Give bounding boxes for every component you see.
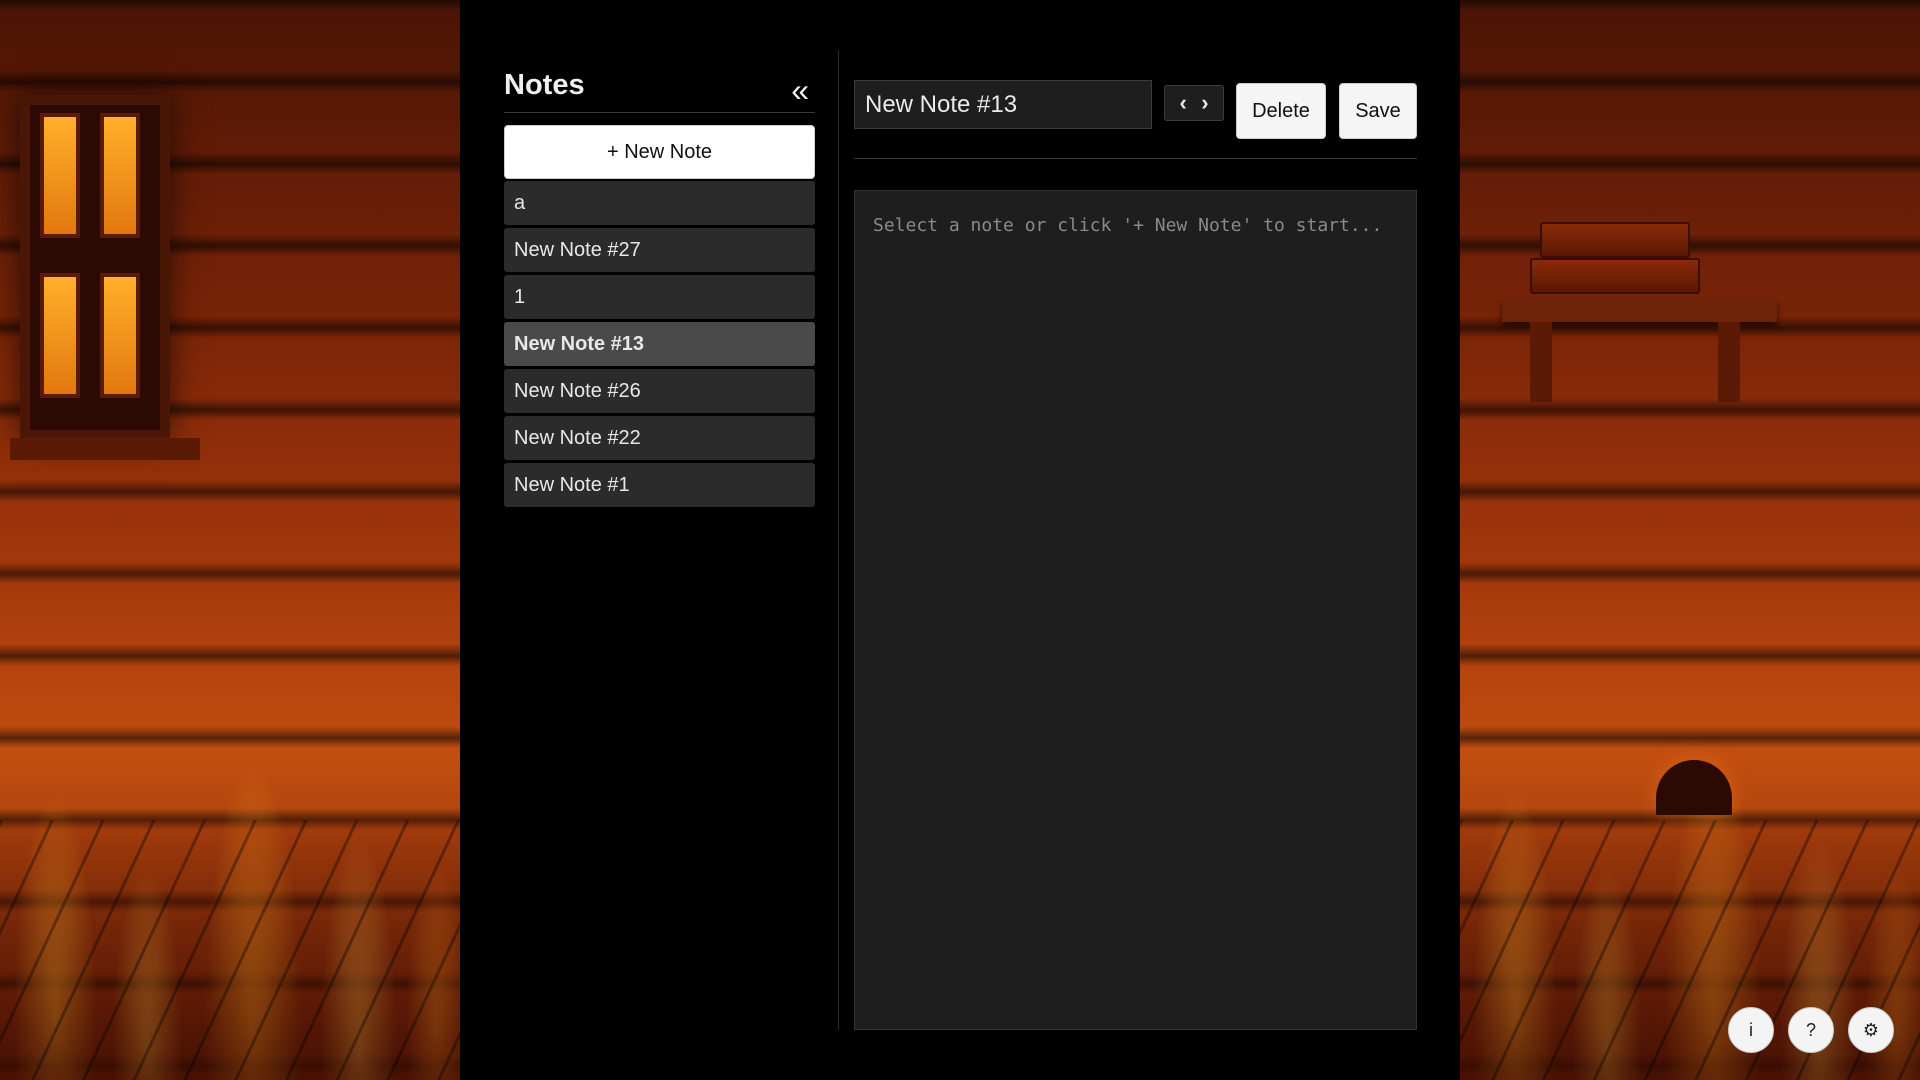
next-note-icon[interactable]: ›	[1201, 92, 1208, 114]
note-list-item[interactable]: a	[504, 181, 815, 225]
background-scene-right	[1460, 0, 1920, 1080]
previous-note-icon[interactable]: ‹	[1179, 92, 1186, 114]
note-list-item-selected[interactable]: New Note #13	[504, 322, 815, 366]
info-button[interactable]: i	[1728, 1007, 1774, 1053]
note-title-input[interactable]	[854, 80, 1152, 129]
sidebar-title: Notes	[504, 69, 585, 101]
book	[1540, 222, 1690, 258]
note-list: a New Note #27 1 New Note #13 New Note #…	[504, 181, 838, 507]
note-content-editor[interactable]	[854, 190, 1417, 1030]
sidebar: Notes « + New Note a New Note #27 1 New …	[504, 50, 839, 1030]
shelf-bracket	[1718, 322, 1740, 402]
note-navigation: ‹ ›	[1164, 85, 1224, 121]
wall-shelf	[1502, 300, 1777, 322]
shelf-bracket	[1530, 322, 1552, 402]
note-list-item[interactable]: New Note #27	[504, 228, 815, 272]
book	[1530, 258, 1700, 294]
note-list-item[interactable]: 1	[504, 275, 815, 319]
note-list-item[interactable]: New Note #1	[504, 463, 815, 507]
new-note-button[interactable]: + New Note	[504, 125, 815, 179]
settings-gear-icon[interactable]: ⚙	[1848, 1007, 1894, 1053]
notes-app: Notes « + New Note a New Note #27 1 New …	[460, 0, 1460, 1080]
cabin-window	[10, 95, 200, 460]
wooden-floor	[0, 820, 460, 1080]
delete-button[interactable]: Delete	[1236, 83, 1326, 139]
editor-area: ‹ › Delete Save	[854, 80, 1417, 1030]
sidebar-header: Notes «	[504, 50, 815, 113]
help-button[interactable]: ?	[1788, 1007, 1834, 1053]
editor-toolbar: ‹ › Delete Save	[854, 80, 1417, 159]
note-list-item[interactable]: New Note #22	[504, 416, 815, 460]
note-list-item[interactable]: New Note #26	[504, 369, 815, 413]
background-scene-left	[0, 0, 460, 1080]
collapse-sidebar-icon[interactable]: «	[791, 74, 809, 106]
save-button[interactable]: Save	[1339, 83, 1417, 139]
